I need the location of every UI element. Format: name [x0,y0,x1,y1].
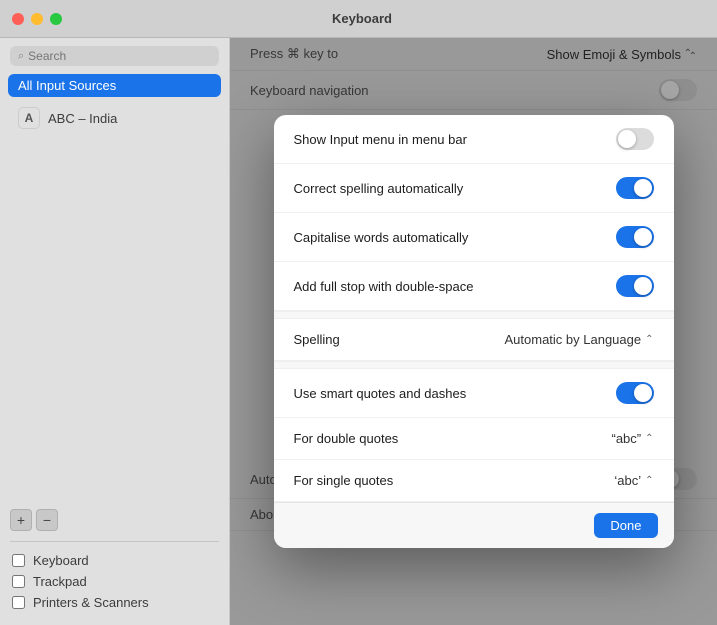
sidebar-divider [10,541,219,542]
correct-spelling-toggle[interactable] [616,177,654,199]
bottom-items: Keyboard Trackpad Printers & Scanners [0,546,229,617]
add-full-stop-row: Add full stop with double-space [274,262,674,311]
bottom-item-printers[interactable]: Printers & Scanners [0,592,229,613]
add-full-stop-toggle[interactable] [616,275,654,297]
single-quotes-row: For single quotes ‘abc’ ⌃ [274,460,674,502]
done-button[interactable]: Done [594,513,657,538]
single-quotes-value: ‘abc’ [614,473,641,488]
sidebar-bottom-controls: + − [0,503,229,537]
window-title: Keyboard [69,11,655,26]
modal-overlay: Show Input menu in menu bar Correct spel… [230,38,717,625]
remove-source-button[interactable]: − [36,509,58,531]
modal-footer: Done [274,502,674,548]
single-quotes-chevron: ⌃ [645,475,653,486]
printers-label: Printers & Scanners [33,595,149,610]
capitalise-words-row: Capitalise words automatically [274,213,674,262]
search-bar[interactable]: ⌕ [10,46,219,66]
capitalise-words-toggle[interactable] [616,226,654,248]
single-quotes-label: For single quotes [294,473,394,488]
title-bar: Keyboard [0,0,717,38]
capitalise-words-label: Capitalise words automatically [294,230,469,245]
modal-section-gap-2 [274,361,674,369]
close-button[interactable] [12,13,24,25]
show-input-menu-toggle[interactable] [616,128,654,150]
sidebar: ⌕ All Input Sources A ABC – India + − Ke… [0,38,230,625]
minimize-button[interactable] [31,13,43,25]
trackpad-checkbox[interactable] [12,575,25,588]
search-input[interactable] [28,49,211,63]
correct-spelling-label: Correct spelling automatically [294,181,464,196]
double-quotes-select[interactable]: “abc” ⌃ [611,431,653,446]
spelling-label: Spelling [294,332,340,347]
modal-dialog: Show Input menu in menu bar Correct spel… [274,115,674,548]
double-quotes-chevron: ⌃ [645,433,653,444]
spelling-row: Spelling Automatic by Language ⌃ [274,319,674,361]
single-quotes-select[interactable]: ‘abc’ ⌃ [614,473,653,488]
sidebar-item-label: All Input Sources [18,78,116,93]
sidebar-item-abc-india[interactable]: A ABC – India [8,103,221,133]
double-quotes-label: For double quotes [294,431,399,446]
main-layout: ⌕ All Input Sources A ABC – India + − Ke… [0,38,717,625]
bottom-item-keyboard[interactable]: Keyboard [0,550,229,571]
abc-india-label: ABC – India [48,111,117,126]
abc-india-icon: A [18,107,40,129]
spelling-select[interactable]: Automatic by Language ⌃ [505,332,654,347]
spelling-value: Automatic by Language [505,332,642,347]
search-icon: ⌕ [18,50,24,63]
show-input-menu-row: Show Input menu in menu bar [274,115,674,164]
correct-spelling-row: Correct spelling automatically [274,164,674,213]
printers-checkbox[interactable] [12,596,25,609]
add-source-button[interactable]: + [10,509,32,531]
double-quotes-row: For double quotes “abc” ⌃ [274,418,674,460]
smart-quotes-label: Use smart quotes and dashes [294,386,467,401]
add-full-stop-label: Add full stop with double-space [294,279,474,294]
trackpad-label: Trackpad [33,574,87,589]
smart-quotes-row: Use smart quotes and dashes [274,369,674,418]
bottom-item-trackpad[interactable]: Trackpad [0,571,229,592]
show-input-menu-label: Show Input menu in menu bar [294,132,467,147]
keyboard-label: Keyboard [33,553,89,568]
smart-quotes-toggle[interactable] [616,382,654,404]
double-quotes-value: “abc” [611,431,641,446]
spelling-chevron: ⌃ [645,334,653,345]
content-area: Press ⌘ key to Show Emoji & Symbols ⌃ Ke… [230,38,717,625]
keyboard-checkbox[interactable] [12,554,25,567]
fullscreen-button[interactable] [50,13,62,25]
sidebar-item-all-input-sources[interactable]: All Input Sources [8,74,221,97]
modal-section-gap-1 [274,311,674,319]
